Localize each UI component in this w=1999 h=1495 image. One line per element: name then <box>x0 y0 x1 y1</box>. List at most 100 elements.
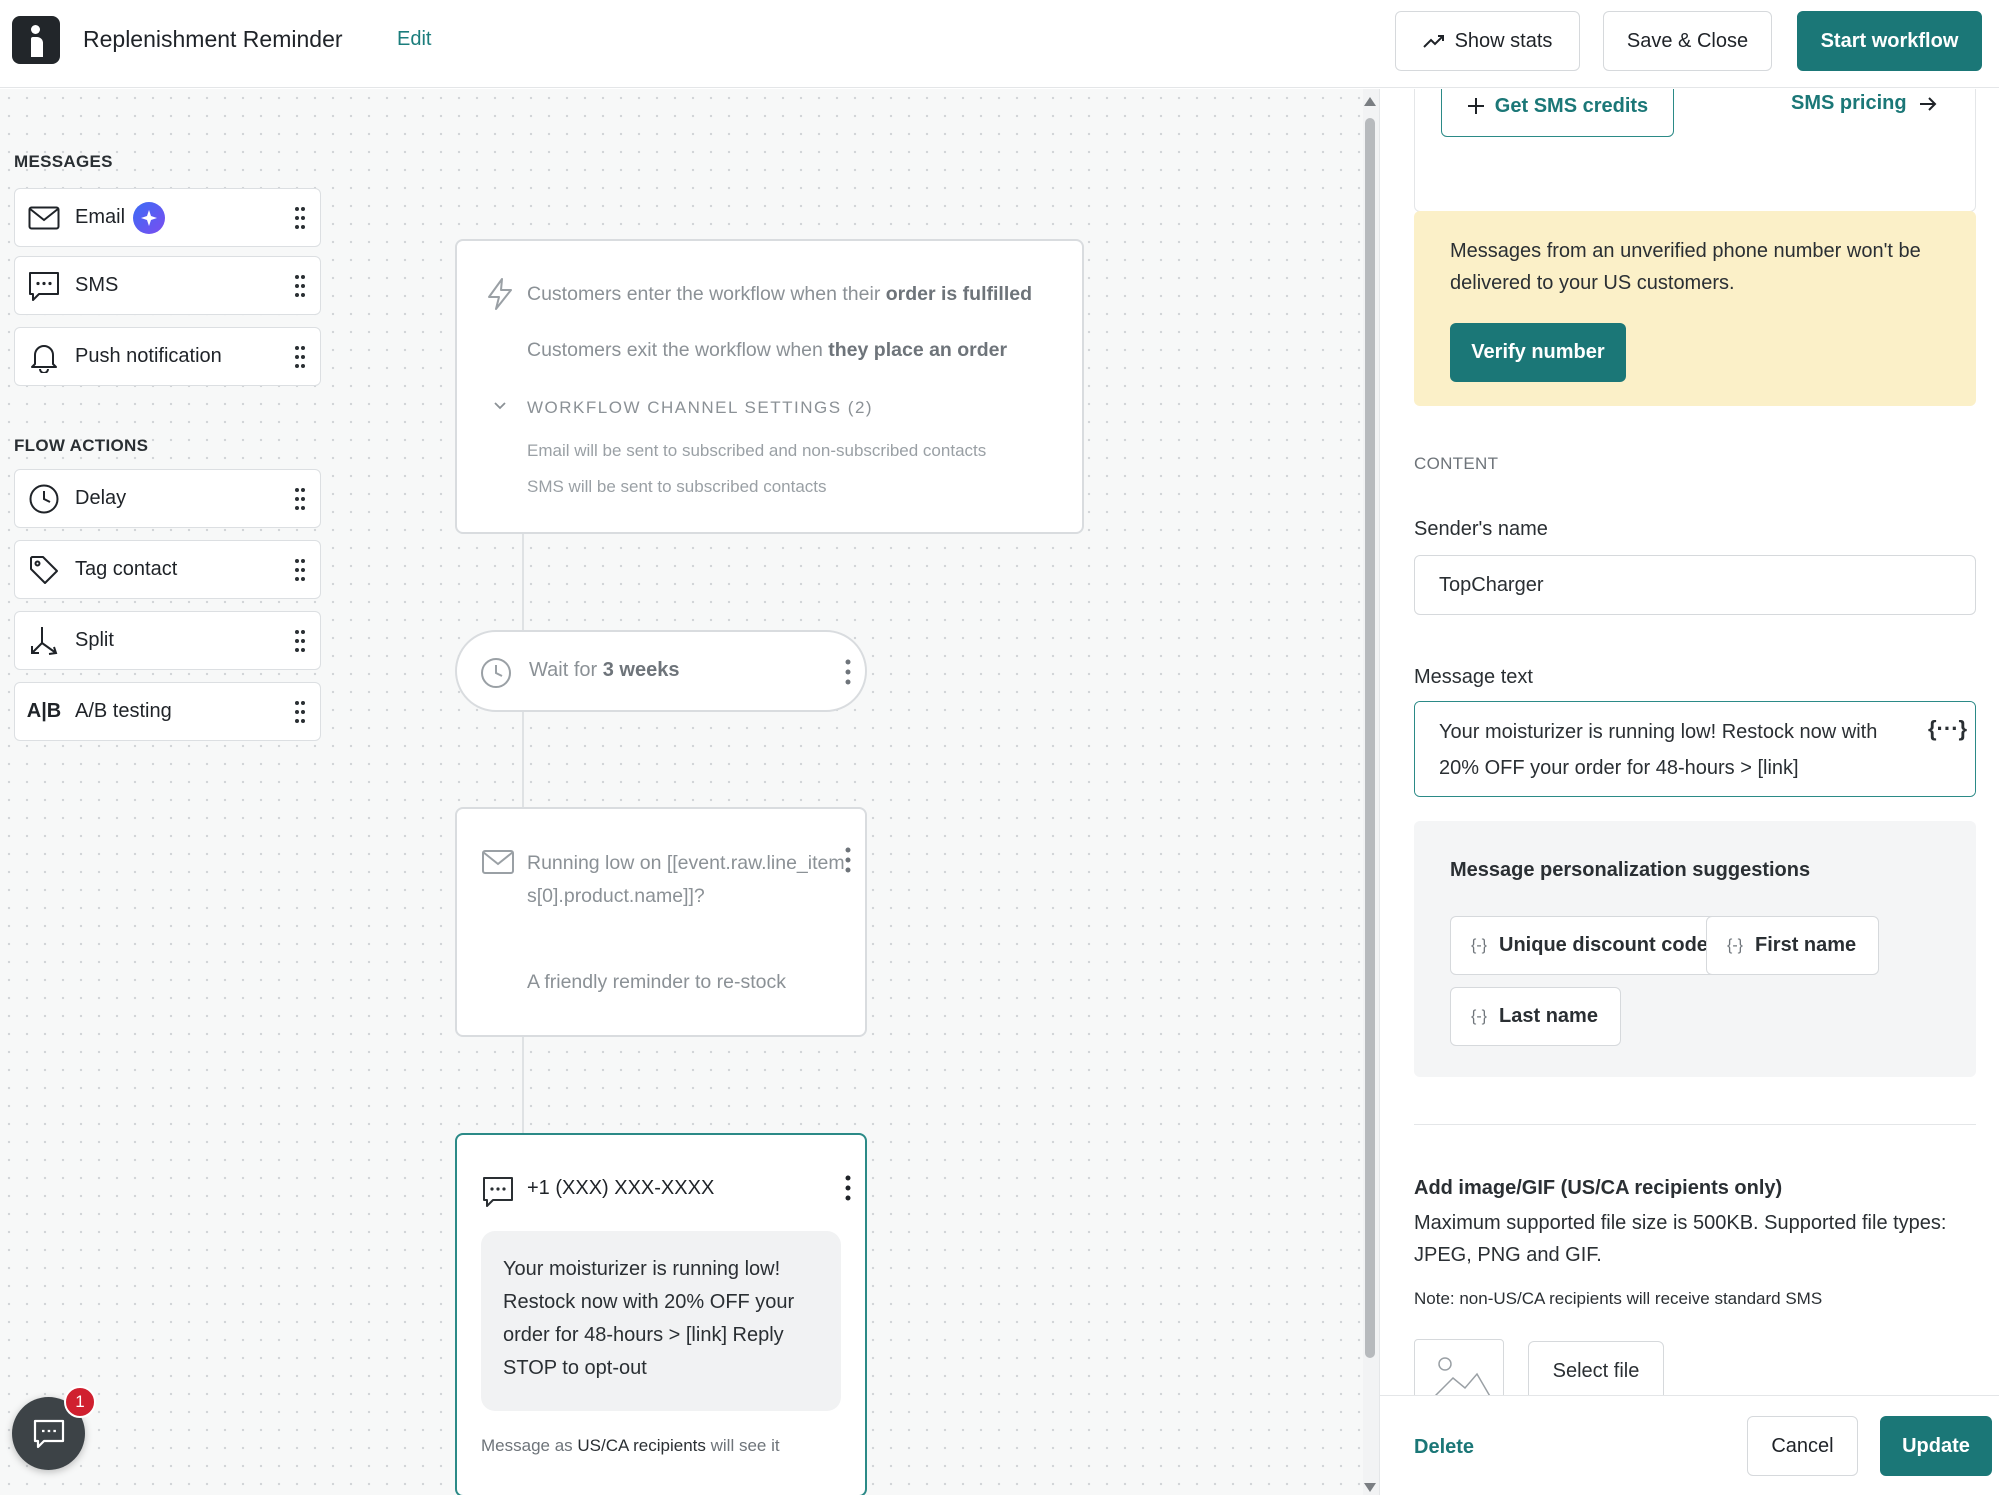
palette-item-split[interactable]: Split <box>14 611 321 670</box>
scroll-up-arrow-icon[interactable] <box>1364 97 1376 106</box>
select-file-button[interactable]: Select file <box>1528 1341 1664 1401</box>
app-logo[interactable] <box>12 16 60 64</box>
envelope-icon <box>482 850 514 874</box>
arrow-right-icon <box>1919 96 1936 111</box>
variable-icon: {-} <box>1471 936 1488 954</box>
palette-item-delay[interactable]: Delay <box>14 469 321 528</box>
start-workflow-button[interactable]: Start workflow <box>1797 11 1982 71</box>
palette-item-label: SMS <box>75 274 119 296</box>
chip-label: First name <box>1755 934 1857 956</box>
wait-duration-text: Wait for 3 weeks <box>529 659 680 681</box>
palette-item-push-notification[interactable]: Push notification <box>14 327 321 386</box>
canvas-scroll-thumb[interactable] <box>1365 118 1375 1358</box>
update-button[interactable]: Update <box>1880 1416 1992 1476</box>
content-heading: CONTENT <box>1414 454 1499 473</box>
kebab-menu-icon[interactable] <box>845 847 851 873</box>
email-channel-setting: Email will be sent to subscribed and non… <box>527 441 987 460</box>
suggestions-title: Message personalization suggestions <box>1450 859 1811 881</box>
email-preview: A friendly reminder to re-stock <box>527 971 787 993</box>
trigger-enter-text: Customers enter the workflow when their … <box>527 283 1033 305</box>
trigger-node[interactable]: Customers enter the workflow when their … <box>455 239 1084 534</box>
cancel-button[interactable]: Cancel <box>1747 1416 1858 1476</box>
ai-sparkle-icon <box>133 201 166 234</box>
palette-item-email[interactable]: Email <box>14 188 321 247</box>
image-section-description: Maximum supported file size is 500KB. Su… <box>1414 1212 1947 1266</box>
top-header: Replenishment Reminder Edit Show stats S… <box>0 0 1999 88</box>
drag-handle-icon[interactable] <box>294 274 306 298</box>
message-text-input[interactable]: Your moisturizer is running low! Restock… <box>1414 701 1976 797</box>
sms-settings-panel: Get SMS credits SMS pricing Messages fro… <box>1379 89 1999 1495</box>
palette-item-label: Tag contact <box>75 558 178 580</box>
message-text-label: Message text <box>1414 666 1533 688</box>
show-stats-button[interactable]: Show stats <box>1395 11 1580 71</box>
palette-item-label: Delay <box>75 487 127 509</box>
delete-button[interactable]: Delete <box>1414 1436 1474 1459</box>
palette-item-label: Push notification <box>75 345 222 367</box>
plus-icon <box>1467 98 1484 114</box>
chip-label: Unique discount code <box>1499 934 1708 956</box>
trigger-exit-text: Customers exit the workflow when they pl… <box>527 339 1008 361</box>
email-node[interactable]: Running low on [[event.raw.line_items[0]… <box>455 807 867 1037</box>
image-section-title: Add image/GIF (US/CA recipients only) <box>1414 1177 1783 1199</box>
chat-bubble-icon <box>483 1177 513 1207</box>
verify-number-button[interactable]: Verify number <box>1450 323 1626 382</box>
suggestion-chip-first-name[interactable]: {-} First name <box>1706 916 1880 975</box>
drag-handle-icon[interactable] <box>294 487 306 511</box>
palette-item-label: Split <box>75 629 114 651</box>
channel-settings-toggle[interactable]: WORKFLOW CHANNEL SETTINGS (2) <box>527 398 873 418</box>
suggestion-chip-last-name[interactable]: {-} Last name <box>1450 987 1621 1046</box>
workflow-title: Replenishment Reminder <box>83 26 343 52</box>
sms-pricing-link[interactable]: SMS pricing <box>1791 92 1937 115</box>
ab-icon: A|B <box>26 700 62 722</box>
personalization-suggestions: Message personalization suggestions {-} … <box>1414 821 1976 1077</box>
sender-name-input[interactable] <box>1414 555 1976 615</box>
palette-item-sms[interactable]: SMS <box>14 256 321 315</box>
scroll-down-arrow-icon[interactable] <box>1364 1483 1376 1492</box>
chat-notification-badge: 1 <box>64 1386 96 1418</box>
drag-handle-icon[interactable] <box>294 206 306 230</box>
drag-handle-icon[interactable] <box>294 700 306 724</box>
sms-channel-setting: SMS will be sent to subscribed contacts <box>527 477 827 496</box>
sms-preview-bubble: Your moisturizer is running low! Restock… <box>481 1231 841 1411</box>
tag-icon <box>27 553 61 587</box>
unverified-number-warning: Messages from an unverified phone number… <box>1414 211 1976 406</box>
sms-credits-box: Get SMS credits SMS pricing <box>1414 89 1976 212</box>
flow-actions-heading: FLOW ACTIONS <box>14 436 149 455</box>
variable-icon: {-} <box>1727 936 1744 954</box>
sms-preview-footer: Message as US/CA recipients will see it <box>481 1436 780 1455</box>
wait-node[interactable]: Wait for 3 weeks <box>455 630 867 712</box>
image-section-note: Note: non-US/CA recipients will receive … <box>1414 1289 1823 1308</box>
chat-icon <box>33 1419 64 1448</box>
clock-icon <box>27 482 61 516</box>
envelope-icon <box>27 201 61 235</box>
palette-item-label: Email <box>75 206 126 228</box>
palette-item-label: A/B testing <box>75 700 172 722</box>
messages-heading: MESSAGES <box>14 152 113 171</box>
chip-label: Last name <box>1499 1005 1598 1027</box>
palette-item-tag-contact[interactable]: Tag contact <box>14 540 321 599</box>
sms-node[interactable]: +1 (XXX) XXX-XXXX Your moisturizer is ru… <box>455 1133 867 1495</box>
variable-icon: {-} <box>1471 1007 1488 1025</box>
lightning-icon <box>488 278 512 310</box>
panel-footer: Delete Cancel Update <box>1380 1395 1999 1495</box>
kebab-menu-icon[interactable] <box>845 1175 851 1201</box>
palette-item-ab-testing[interactable]: A|B A/B testing <box>14 682 321 741</box>
chevron-down-icon[interactable] <box>493 399 507 413</box>
get-sms-credits-label: Get SMS credits <box>1494 94 1649 117</box>
drag-handle-icon[interactable] <box>294 345 306 369</box>
drag-handle-icon[interactable] <box>294 629 306 653</box>
trend-up-icon <box>1422 35 1444 48</box>
bell-icon <box>27 340 61 374</box>
kebab-menu-icon[interactable] <box>845 659 851 685</box>
edit-title-link[interactable]: Edit <box>397 28 431 51</box>
insert-variable-icon[interactable]: {···} <box>1928 716 1967 742</box>
drag-handle-icon[interactable] <box>294 558 306 582</box>
suggestion-chip-unique-discount-code[interactable]: {-} Unique discount code <box>1450 916 1731 975</box>
get-sms-credits-button[interactable]: Get SMS credits <box>1441 89 1674 137</box>
chat-bubble-icon <box>27 269 61 303</box>
split-arrow-icon <box>27 624 61 658</box>
warning-text: Messages from an unverified phone number… <box>1450 240 1921 294</box>
save-close-button[interactable]: Save & Close <box>1603 11 1772 71</box>
sms-sender-phone: +1 (XXX) XXX-XXXX <box>527 1177 715 1199</box>
section-divider <box>1414 1124 1976 1125</box>
